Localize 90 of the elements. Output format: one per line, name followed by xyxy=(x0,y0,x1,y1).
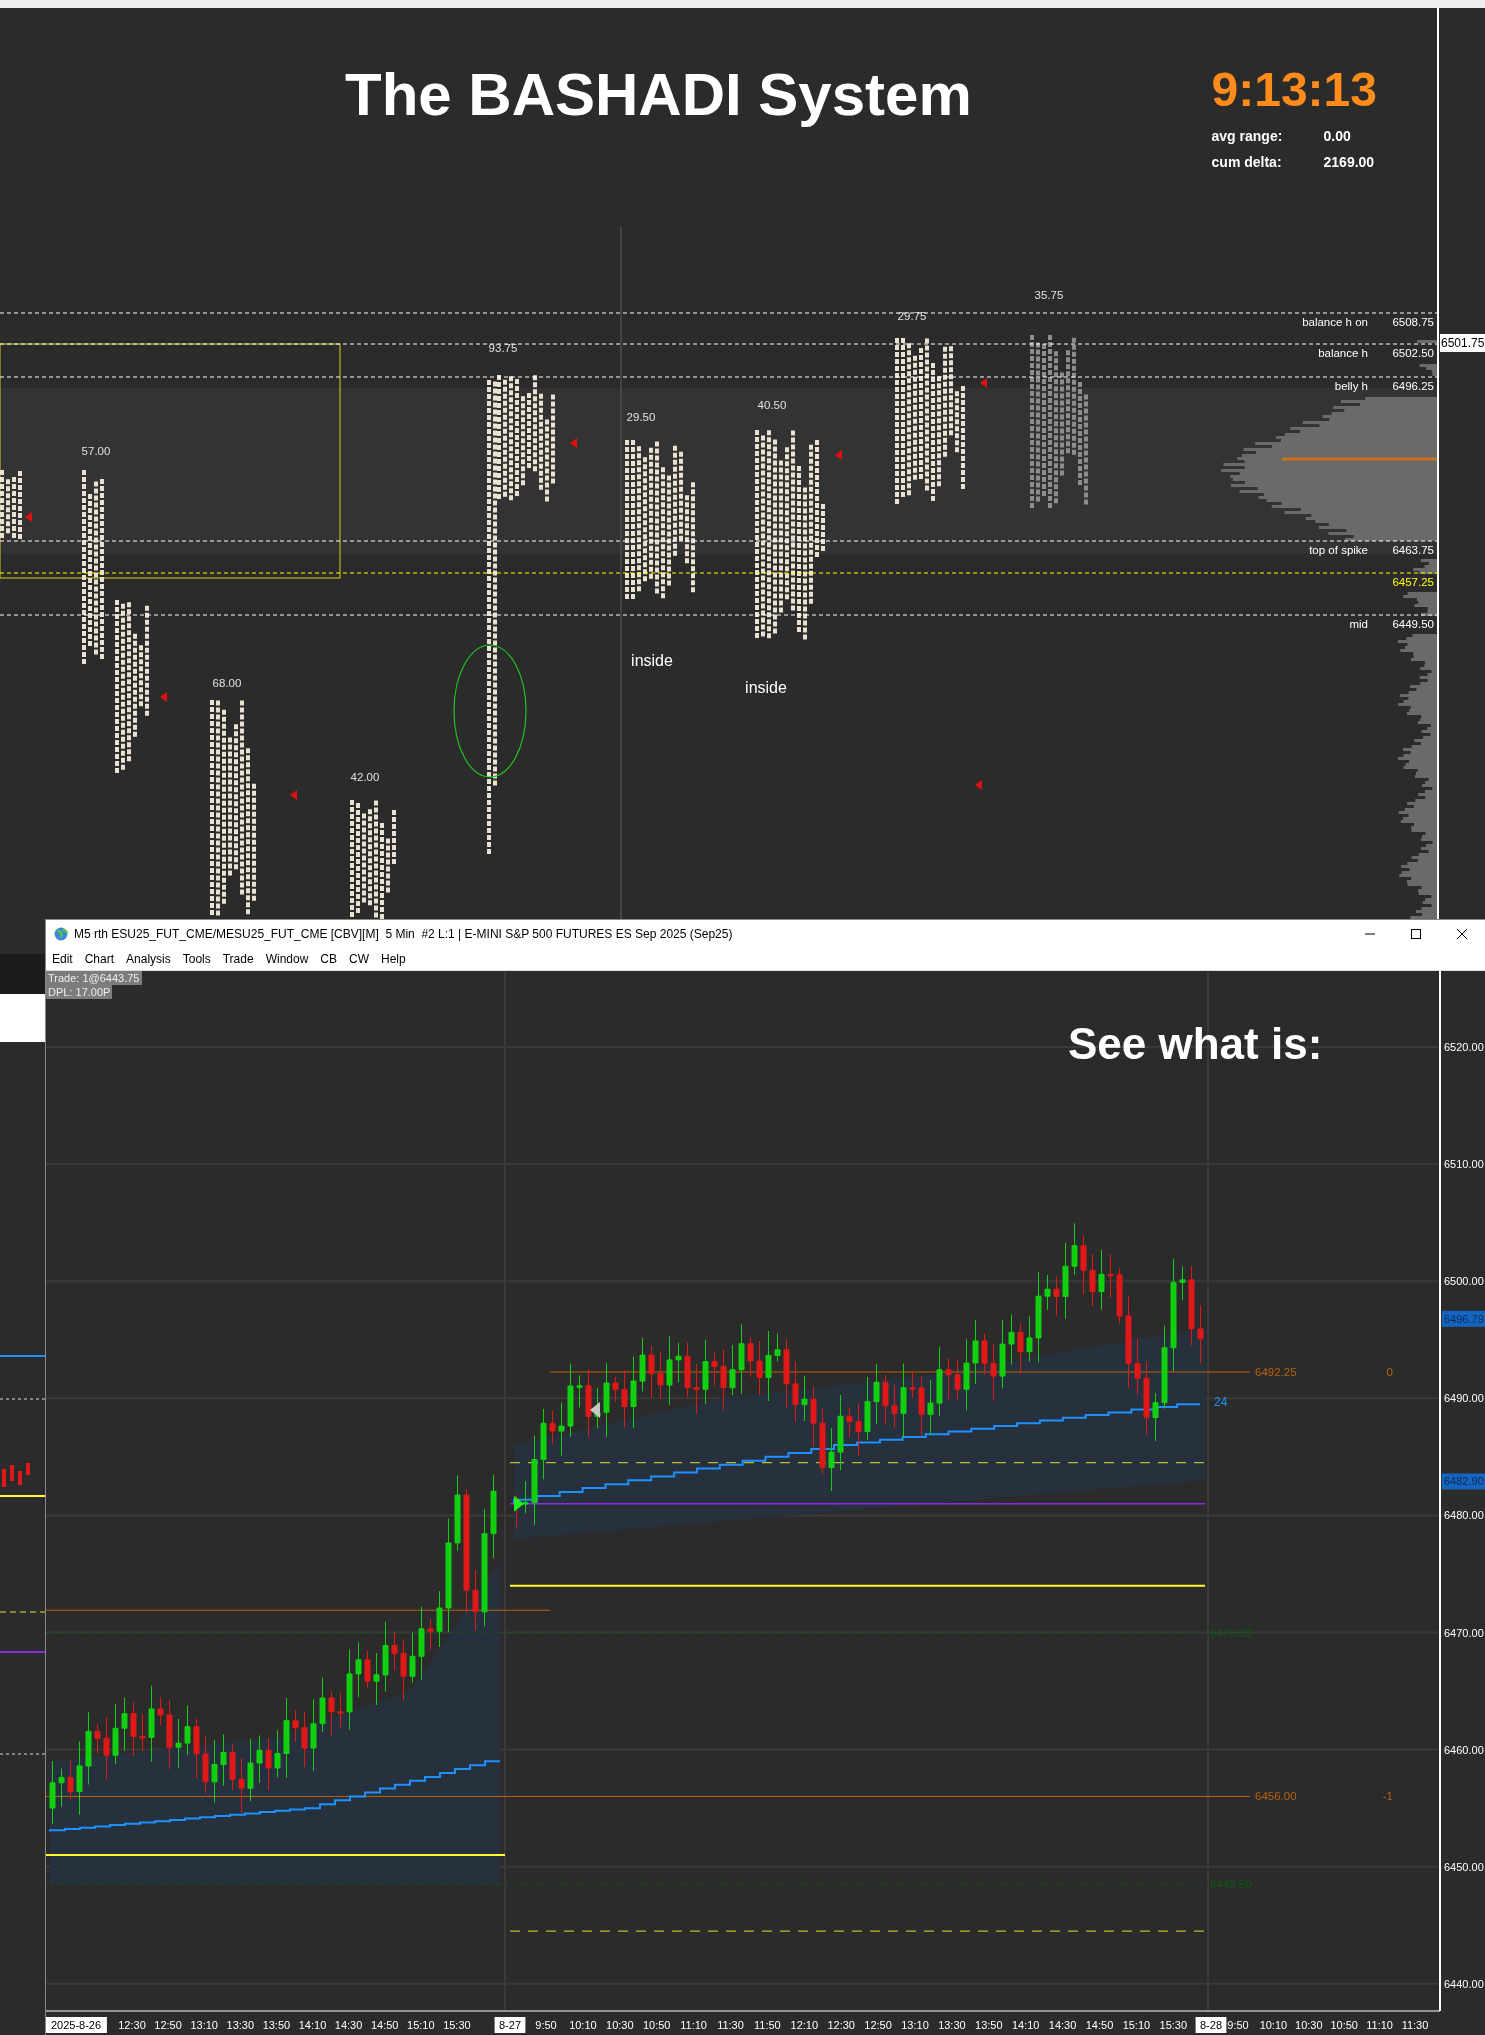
level-price: 6508.75 xyxy=(1392,316,1434,328)
time-axis-label: 10:30 xyxy=(606,2019,634,2031)
time-axis-label: 10:30 xyxy=(1295,2019,1323,2031)
range-value: 29.50 xyxy=(626,411,656,423)
time-axis-label: 10:50 xyxy=(1330,2019,1358,2031)
window-title: M5 rth ESU25_FUT_CME/MESU25_FUT_CME [CBV][M] 5 Min #2 L:1 | E-MINI S&P 500 FUTURES ES Sep 2025 (Sep25) xyxy=(74,927,733,941)
time-axis-label: 10:10 xyxy=(1259,2019,1288,2031)
time-axis-label: 11:10 xyxy=(680,2019,707,2031)
time-axis-label: 15:30 xyxy=(1159,2019,1188,2031)
price-tag: 6496.79 xyxy=(1442,1310,1485,1327)
price-axis-label: 6520.00 xyxy=(1444,1041,1484,1053)
time-axis-label: 12:30 xyxy=(827,2019,855,2031)
time-axis-label: 14:30 xyxy=(334,2019,363,2031)
time-axis-label: 14:50 xyxy=(1085,2019,1114,2031)
time-axis-label: 15:10 xyxy=(1122,2019,1151,2031)
level-label: balance h on xyxy=(1302,316,1368,328)
time-axis-label: 11:10 xyxy=(1366,2019,1393,2031)
vwap-value: 24 xyxy=(1214,1394,1228,1409)
level-price: 6449.50 xyxy=(1392,618,1434,630)
trade-info: DPL: 17.00P xyxy=(46,985,113,999)
price-axis-label: 6500.00 xyxy=(1444,1275,1484,1288)
time-axis-label: 13:10 xyxy=(901,2019,929,2031)
range-value: 42.00 xyxy=(350,771,380,783)
stat-label: avg range: xyxy=(1211,128,1284,144)
time-axis-label: 11:30 xyxy=(1401,2019,1429,2031)
time-axis-label: 10:10 xyxy=(569,2019,597,2031)
range-value: 93.75 xyxy=(488,342,518,354)
level-price: 6456.00 xyxy=(1255,1790,1297,1803)
date-label: 2025-8-26 xyxy=(46,2017,107,2033)
level-price: 6496.25 xyxy=(1392,380,1434,392)
level-label: belly h xyxy=(1334,380,1368,392)
maximize-icon xyxy=(1410,928,1422,940)
price-axis-label: 6460.00 xyxy=(1444,1743,1484,1756)
level-label: balance h xyxy=(1318,347,1368,359)
level-label: mid xyxy=(1349,618,1368,630)
level-price: 6463.75 xyxy=(1392,544,1434,556)
stat-value: 2169.00 xyxy=(1323,154,1376,170)
time-axis-label: 15:10 xyxy=(407,2019,435,2031)
chart-title: The BASHADI System xyxy=(345,60,972,129)
clock-time: 9:13:13 xyxy=(1211,66,1377,114)
date-label: 8-28 xyxy=(1195,2017,1227,2033)
price-axis-label: 6480.00 xyxy=(1444,1509,1484,1522)
exit-triangle xyxy=(590,1402,600,1418)
price-axis-label: 6510.00 xyxy=(1444,1158,1484,1171)
time-axis-label: 9:50 xyxy=(535,2019,557,2031)
time-axis-label: 14:30 xyxy=(1048,2019,1077,2031)
time-axis-label: 12:30 xyxy=(118,2019,146,2031)
level-label: top of spike xyxy=(1309,544,1368,556)
range-value: 29.75 xyxy=(897,310,927,322)
level-price: 6502.50 xyxy=(1392,347,1434,359)
time-axis-label: 13:10 xyxy=(190,2019,218,2031)
time-axis-label: 11:30 xyxy=(717,2019,744,2031)
chart-note: inside xyxy=(631,652,673,669)
level-price: 6457.25 xyxy=(1392,576,1434,588)
trade-info: Trade: 1@6443.75 xyxy=(46,971,142,985)
price-axis-label: 6440.00 xyxy=(1444,1977,1484,1990)
chart-note: inside xyxy=(745,679,787,696)
price-axis-label: 6490.00 xyxy=(1444,1392,1484,1405)
globe-icon xyxy=(54,927,68,941)
time-axis-label: 13:50 xyxy=(975,2019,1003,2031)
time-axis-label: 9:50 xyxy=(1227,2019,1249,2031)
time-axis-label: 10:50 xyxy=(642,2019,671,2031)
time-axis-label: 14:10 xyxy=(1011,2019,1040,2031)
close-icon xyxy=(1456,928,1468,940)
time-axis-label: 14:10 xyxy=(298,2019,327,2031)
time-axis-label: 13:30 xyxy=(938,2019,966,2031)
time-axis-label: 15:30 xyxy=(443,2019,471,2031)
stat-value: 0.00 xyxy=(1323,128,1352,144)
time-axis-label: 14:50 xyxy=(370,2019,399,2031)
stat-label: cum delta: xyxy=(1211,154,1283,170)
price-tag: 6482.90 xyxy=(1442,1473,1485,1490)
price-axis-label: 6450.00 xyxy=(1444,1860,1484,1873)
range-value: 68.00 xyxy=(212,677,242,689)
level-counter: 0 xyxy=(1386,1365,1393,1378)
date-label: 8-27 xyxy=(494,2017,526,2033)
range-value: 57.00 xyxy=(81,445,111,457)
range-value: 35.75 xyxy=(1034,289,1064,301)
time-axis-label: 12:10 xyxy=(790,2019,819,2031)
level-counter: -1 xyxy=(1382,1790,1393,1803)
chart-headline: See what is: xyxy=(1068,1019,1323,1069)
time-axis-label: 13:50 xyxy=(262,2019,291,2031)
time-axis-label: 13:30 xyxy=(226,2019,255,2031)
time-axis-label: 11:50 xyxy=(754,2019,781,2031)
range-value: 40.50 xyxy=(757,399,787,411)
price-axis-label: 6470.00 xyxy=(1444,1626,1484,1639)
time-axis-label: 12:50 xyxy=(864,2019,892,2031)
entry-triangle xyxy=(514,1495,524,1512)
level-price: 6492.25 xyxy=(1255,1365,1297,1378)
time-axis-label: 12:50 xyxy=(154,2019,182,2031)
price-tag: 6501.75 xyxy=(1440,334,1485,352)
